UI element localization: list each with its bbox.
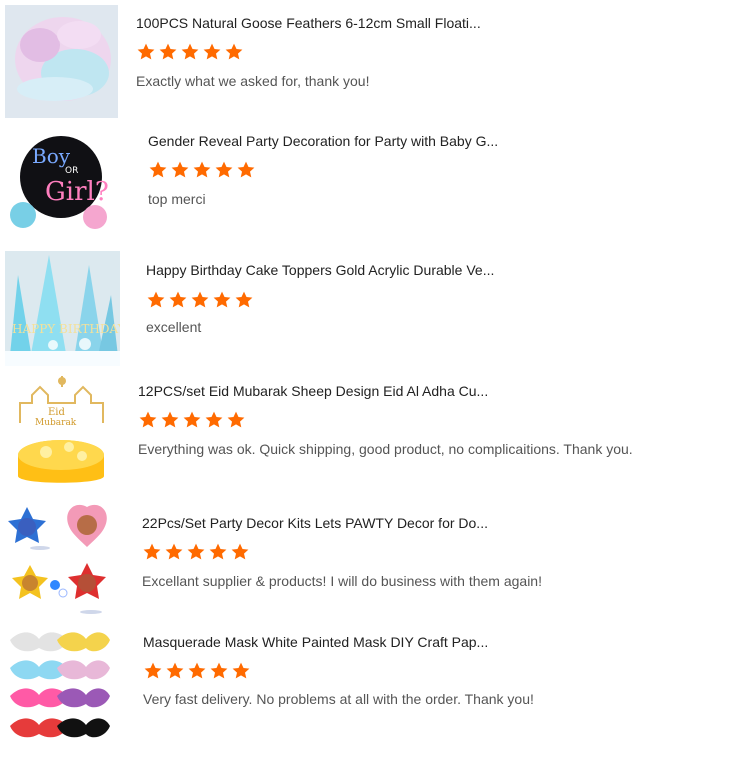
product-title[interactable]: Happy Birthday Cake Toppers Gold Acrylic… bbox=[146, 261, 494, 279]
product-thumbnail[interactable]: HAPPY BIRTHDAY bbox=[5, 251, 120, 366]
star-icon bbox=[225, 43, 243, 60]
review-comment: Everything was ok. Quick shipping, good … bbox=[138, 441, 633, 457]
star-icon bbox=[213, 291, 231, 308]
star-icon bbox=[166, 662, 184, 679]
star-rating bbox=[136, 40, 244, 64]
star-icon bbox=[227, 411, 245, 428]
review-item: Eid Mubarak 12PCS/set Eid Mubarak Sheep … bbox=[0, 372, 750, 496]
product-title[interactable]: 12PCS/set Eid Mubarak Sheep Design Eid A… bbox=[138, 382, 488, 400]
review-item: Boy OR Girl? Gender Reveal Party Decorat… bbox=[0, 120, 750, 250]
star-icon bbox=[231, 543, 249, 560]
star-icon bbox=[161, 411, 179, 428]
star-icon bbox=[210, 662, 228, 679]
masks-image-icon bbox=[5, 627, 111, 750]
review-comment: Very fast delivery. No problems at all w… bbox=[143, 691, 534, 707]
star-rating bbox=[148, 158, 256, 182]
star-icon bbox=[137, 43, 155, 60]
star-icon bbox=[169, 291, 187, 308]
balloon-image-icon: Boy OR Girl? bbox=[5, 128, 118, 241]
review-comment: top merci bbox=[148, 191, 206, 207]
cake-topper-text: HAPPY BIRTHDAY bbox=[12, 322, 120, 336]
balloon-text-boy: Boy bbox=[32, 144, 71, 168]
product-thumbnail[interactable] bbox=[5, 627, 111, 750]
review-comment: Excellant supplier & products! I will do… bbox=[142, 573, 542, 589]
eid-text-bottom: Mubarak bbox=[35, 418, 77, 428]
star-icon bbox=[209, 543, 227, 560]
product-thumbnail[interactable] bbox=[5, 499, 120, 621]
product-title[interactable]: Masquerade Mask White Painted Mask DIY C… bbox=[143, 633, 488, 651]
star-icon bbox=[149, 161, 167, 178]
product-title[interactable]: 100PCS Natural Goose Feathers 6-12cm Sma… bbox=[136, 14, 481, 32]
review-comment: excellent bbox=[146, 319, 202, 335]
star-icon bbox=[193, 161, 211, 178]
review-item: 100PCS Natural Goose Feathers 6-12cm Sma… bbox=[0, 0, 750, 120]
star-icon bbox=[139, 411, 157, 428]
star-icon bbox=[183, 411, 201, 428]
star-icon bbox=[165, 543, 183, 560]
product-title[interactable]: Gender Reveal Party Decoration for Party… bbox=[148, 132, 498, 150]
eid-cake-image-icon: Eid Mubarak bbox=[5, 373, 118, 493]
star-icon bbox=[143, 543, 161, 560]
product-thumbnail[interactable]: Eid Mubarak bbox=[5, 373, 118, 493]
pawty-balloons-image-icon bbox=[5, 499, 120, 621]
star-icon bbox=[144, 662, 162, 679]
star-icon bbox=[191, 291, 209, 308]
product-title[interactable]: 22Pcs/Set Party Decor Kits Lets PAWTY De… bbox=[142, 514, 488, 532]
star-rating bbox=[142, 540, 250, 564]
balloon-text-or: OR bbox=[65, 166, 78, 176]
star-rating bbox=[138, 408, 246, 432]
star-rating bbox=[146, 288, 254, 312]
star-icon bbox=[147, 291, 165, 308]
star-icon bbox=[203, 43, 221, 60]
balloon-text-girl: Girl? bbox=[45, 177, 109, 207]
star-icon bbox=[205, 411, 223, 428]
star-icon bbox=[181, 43, 199, 60]
product-thumbnail[interactable]: Boy OR Girl? bbox=[5, 128, 118, 241]
star-icon bbox=[159, 43, 177, 60]
star-icon bbox=[171, 161, 189, 178]
star-icon bbox=[215, 161, 233, 178]
review-comment: Exactly what we asked for, thank you! bbox=[136, 73, 370, 89]
cake-topper-image-icon: HAPPY BIRTHDAY bbox=[5, 251, 120, 366]
star-icon bbox=[232, 662, 250, 679]
feathers-image-icon bbox=[5, 5, 118, 118]
star-icon bbox=[237, 161, 255, 178]
star-icon bbox=[188, 662, 206, 679]
eid-text-top: Eid bbox=[48, 407, 65, 418]
star-icon bbox=[235, 291, 253, 308]
star-icon bbox=[187, 543, 205, 560]
star-rating bbox=[143, 659, 251, 683]
review-item: 22Pcs/Set Party Decor Kits Lets PAWTY De… bbox=[0, 496, 750, 622]
review-item: Masquerade Mask White Painted Mask DIY C… bbox=[0, 622, 750, 763]
product-thumbnail[interactable] bbox=[5, 5, 118, 118]
review-item: HAPPY BIRTHDAY Happy Birthday Cake Toppe… bbox=[0, 250, 750, 372]
